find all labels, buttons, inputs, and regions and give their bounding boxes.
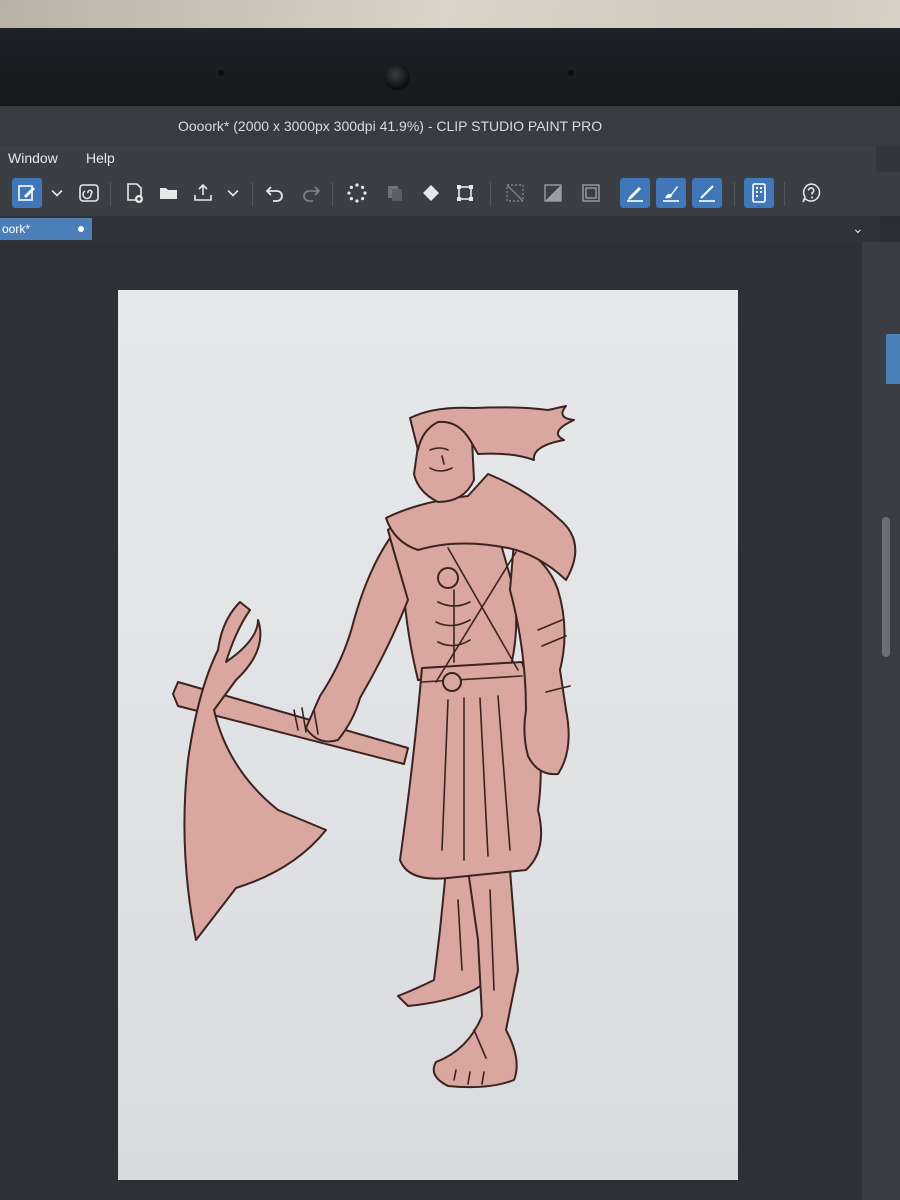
right-panel-rail [862, 242, 900, 1200]
kilt [399, 661, 543, 880]
export-icon[interactable] [188, 178, 218, 208]
toolbar-divider [110, 182, 111, 206]
toolbar-divider [332, 182, 333, 206]
axe-blade [183, 601, 327, 941]
deselect-icon[interactable] [500, 178, 530, 208]
pen-tool-icon[interactable] [620, 178, 650, 208]
device-icon[interactable] [744, 178, 774, 208]
selection-layer-icon[interactable] [538, 178, 568, 208]
redo-icon[interactable] [296, 178, 326, 208]
chevron-down-icon[interactable] [224, 178, 242, 208]
undo-icon[interactable] [260, 178, 290, 208]
selection-frame-icon[interactable] [576, 178, 606, 208]
sensor-dot [218, 70, 224, 76]
menu-help[interactable]: Help [86, 150, 115, 166]
spiral-icon[interactable] [74, 178, 104, 208]
unsaved-dot-icon [78, 226, 84, 232]
orc-warrior-artwork [172, 405, 577, 1089]
document-tab[interactable]: oork* [0, 218, 92, 240]
toolbar-divider [784, 182, 785, 206]
copy-icon[interactable] [380, 178, 410, 208]
open-folder-icon[interactable] [154, 178, 184, 208]
transform-icon[interactable] [450, 178, 480, 208]
command-bar [0, 172, 900, 217]
loading-icon[interactable] [342, 178, 372, 208]
panel-tab[interactable] [886, 334, 900, 384]
left-arm [305, 537, 409, 743]
toolbar-divider [252, 182, 253, 206]
drawing-canvas[interactable] [118, 290, 738, 1180]
line-tool-icon[interactable] [692, 178, 722, 208]
belt-buckle [442, 672, 462, 692]
laptop-bezel [0, 28, 900, 106]
window-title: Oooork* (2000 x 3000px 300dpi 41.9%) - C… [178, 118, 603, 134]
help-icon[interactable] [796, 178, 826, 208]
document-tab-label: oork* [2, 222, 31, 236]
menu-bar: Window Help [0, 146, 900, 172]
fill-icon[interactable] [416, 178, 446, 208]
new-file-icon[interactable] [120, 178, 150, 208]
sensor-dot [568, 70, 574, 76]
panel-scrollbar[interactable] [882, 517, 890, 657]
panel-grip[interactable] [876, 146, 900, 172]
toolbar-divider [734, 182, 735, 206]
chevron-down-icon[interactable]: ⌄ [852, 220, 864, 237]
brush-tool-icon[interactable] [656, 178, 686, 208]
document-tab-bar: oork* ⌄ [0, 216, 880, 242]
edit-icon[interactable] [12, 178, 42, 208]
webcam [384, 64, 410, 90]
chevron-down-icon[interactable] [48, 178, 66, 208]
toolbar-divider [490, 182, 491, 206]
strap-buckle [437, 567, 459, 589]
title-bar: Oooork* (2000 x 3000px 300dpi 41.9%) - C… [0, 106, 900, 146]
menu-window[interactable]: Window [8, 150, 58, 166]
